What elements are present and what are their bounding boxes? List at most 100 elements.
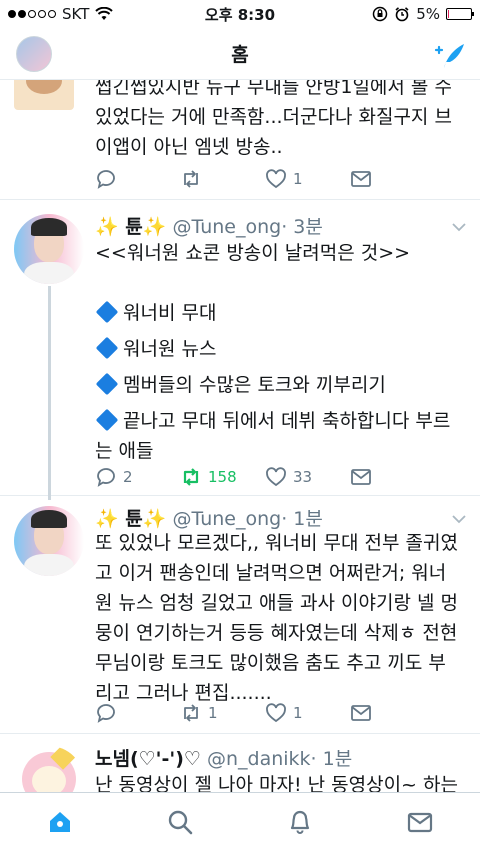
like-button[interactable]: 1 (265, 702, 350, 724)
tweet[interactable]: ✨ 튠✨ @Tune_ong· 3분 <<워너원 쇼콘 방송이 날려먹은 것>>… (0, 200, 480, 500)
tweet-line: 워너비 무대 (95, 298, 465, 328)
tab-home[interactable] (46, 808, 74, 840)
blue-diamond-icon (95, 372, 119, 396)
heart-icon (266, 169, 286, 189)
tweet-actions: 1 (95, 166, 435, 192)
tweet-header: ✨ 튠✨ @Tune_ong· 3분 (95, 212, 323, 239)
tweet-line: 멤버들의 수많은 토크와 끼부리기 (95, 370, 465, 400)
tab-bar (0, 792, 480, 854)
tweet-time: · 1분 (310, 748, 353, 770)
avatar[interactable] (14, 746, 84, 794)
like-count: 1 (293, 704, 303, 722)
search-icon (168, 810, 193, 834)
envelope-icon (351, 705, 371, 721)
retweet-button[interactable]: 1 (180, 702, 265, 724)
retweet-count: 158 (208, 468, 237, 486)
retweet-icon (184, 170, 198, 188)
rotation-lock-icon (372, 6, 388, 22)
carrier-label: SKT (62, 5, 90, 23)
tweet[interactable]: 노넴(♡'-')♡ @n_danikk· 1분 난 동영상이 젤 나아 마자! … (0, 734, 480, 794)
signal-icon (8, 10, 56, 18)
battery-percent: 5% (416, 5, 440, 23)
display-name[interactable]: 노넴(♡'-')♡ (95, 748, 201, 770)
retweet-count: 1 (208, 704, 218, 722)
tweet-line: 난 동영상이 젤 나아 마자! 난 동영상이~ 하는 (95, 774, 458, 794)
battery-icon (446, 8, 474, 20)
user-handle[interactable]: @n_danikk (207, 748, 311, 770)
status-bar: SKT 오후 8:30 5% (0, 0, 480, 28)
tweet-actions: 1 1 (95, 700, 435, 726)
retweet-icon (183, 468, 199, 486)
tweet-line: 이앱이 아닌 엠넷 방송.. (95, 136, 283, 158)
like-button[interactable]: 33 (265, 466, 350, 488)
tweet-line: 또 있었나 모르겠다,, 워너비 무대 전부 졸귀였 (95, 532, 458, 554)
like-count: 1 (293, 170, 303, 188)
display-name[interactable]: ✨ 튠✨ (95, 216, 166, 238)
display-name[interactable]: ✨ 튠✨ (95, 508, 166, 530)
status-left: SKT (8, 5, 114, 23)
status-right: 5% (372, 5, 474, 23)
tweet-line: 있었다는 거에 만족함...더군다나 화질구지 브 (95, 106, 452, 128)
tweet[interactable]: 쩝긴쩝있시반 뉴구 무내들 안방1일에서 볼 수 있었다는 거에 만족함...더… (0, 50, 480, 200)
compose-tweet-icon[interactable] (432, 38, 466, 72)
dm-button[interactable] (350, 168, 435, 190)
tweet-line: <<워너원 쇼콘 방송이 날려먹은 것>> (95, 242, 411, 264)
envelope-icon (407, 812, 433, 832)
envelope-icon (351, 171, 371, 187)
tweet-line: 고 이거 팬송인데 날려먹으면 어쩌란거; 워너 (95, 562, 447, 584)
reply-icon (97, 704, 115, 723)
tab-search[interactable] (166, 808, 194, 840)
tweet-text: 또 있었나 모르겠다,, 워너비 무대 전부 졸귀였 고 이거 팬송인데 날려먹… (95, 528, 465, 708)
tweet-header: 노넴(♡'-')♡ @n_danikk· 1분 (95, 744, 352, 771)
chevron-down-icon[interactable] (452, 514, 466, 524)
wifi-icon (95, 7, 114, 20)
envelope-icon (351, 469, 371, 485)
nav-bar: 홈 (0, 28, 480, 80)
reply-count: 2 (123, 468, 133, 486)
tweet[interactable]: ✨ 튠✨ @Tune_ong· 1분 또 있었나 모르겠다,, 워너비 무대 전… (0, 496, 480, 734)
reply-icon (97, 468, 115, 487)
avatar[interactable] (14, 214, 84, 284)
tweet-text: <<워너원 쇼콘 방송이 날려먹은 것>> 워너비 무대 워너원 뉴스 멤버들의… (95, 238, 465, 466)
tweet-line: 뭉이 연기하는거 등등 혜자였는데 삭제ㅎ 전현 (95, 622, 458, 644)
blue-diamond-icon (95, 300, 119, 324)
dm-button[interactable] (350, 466, 435, 488)
tweet-line: 는 애들 (95, 440, 154, 462)
dm-button[interactable] (350, 702, 435, 724)
tweet-line: 원 뉴스 엄청 길었고 애들 과사 이야기랑 넬 멍 (95, 592, 458, 614)
heart-icon (266, 467, 286, 487)
profile-avatar[interactable] (16, 36, 52, 72)
tweet-time: · 1분 (281, 508, 323, 530)
heart-icon (266, 703, 286, 723)
tweet-time: · 3분 (281, 216, 323, 238)
tweet-line: 끝나고 무대 뒤에서 데뷔 축하합니다 부르 (95, 406, 465, 436)
retweet-icon (184, 704, 198, 722)
reply-button[interactable]: 2 (95, 466, 180, 488)
tab-notifications[interactable] (286, 808, 314, 840)
thread-line (48, 286, 51, 500)
alarm-icon (395, 7, 409, 22)
page-title: 홈 (231, 44, 249, 66)
tab-messages[interactable] (406, 808, 434, 840)
retweet-button[interactable] (180, 168, 265, 190)
user-handle[interactable]: @Tune_ong (172, 508, 281, 530)
like-button[interactable]: 1 (265, 168, 350, 190)
bell-icon (290, 810, 310, 834)
blue-diamond-icon (95, 336, 119, 360)
chevron-down-icon[interactable] (452, 222, 466, 232)
reply-button[interactable] (95, 702, 180, 724)
home-icon (50, 811, 70, 832)
tweet-line: 무님이랑 토크도 많이했음 춤도 추고 끼도 부 (95, 652, 446, 674)
retweet-button[interactable]: 158 (180, 466, 265, 488)
tweet-line: 워너원 뉴스 (95, 334, 465, 364)
tweet-text: 난 동영상이 젤 나아 마자! 난 동영상이~ 하는 (95, 770, 465, 794)
blue-diamond-icon (95, 408, 119, 432)
user-handle[interactable]: @Tune_ong (172, 216, 281, 238)
tweet-header: ✨ 튠✨ @Tune_ong· 1분 (95, 504, 323, 531)
tweet-actions: 2 158 33 (95, 464, 435, 490)
avatar[interactable] (14, 506, 84, 576)
reply-button[interactable] (95, 168, 180, 190)
like-count: 33 (293, 468, 313, 486)
reply-icon (97, 170, 115, 189)
